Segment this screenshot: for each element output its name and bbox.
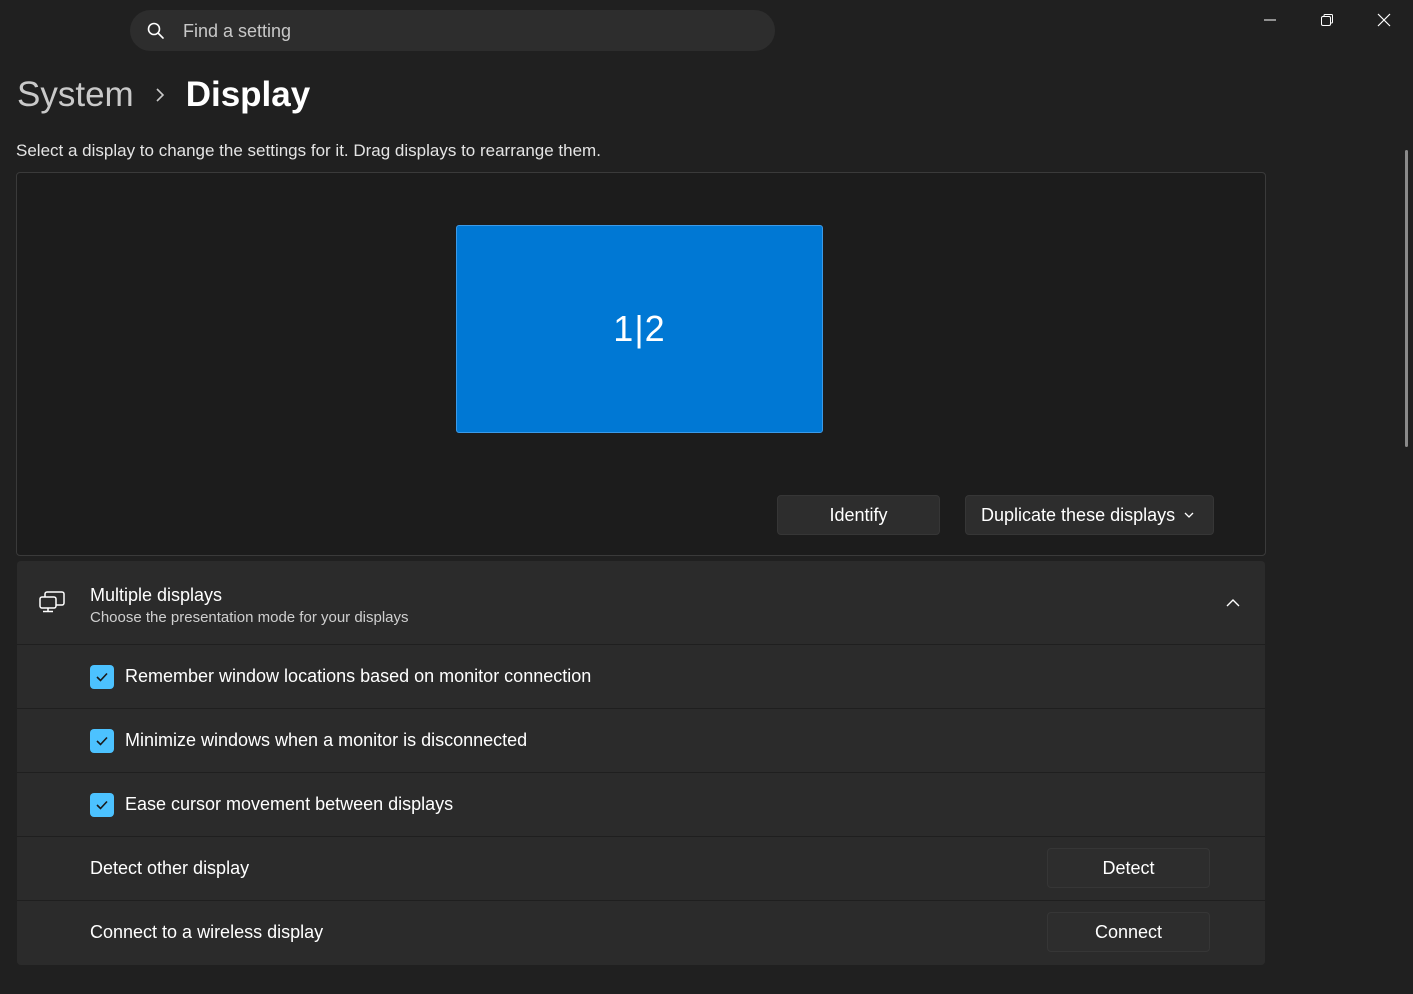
monitor-tile[interactable]: 1|2 (456, 225, 823, 433)
wireless-display-label: Connect to a wireless display (90, 922, 324, 942)
minimize-windows-label[interactable]: Minimize windows when a monitor is disco… (125, 709, 527, 772)
close-button[interactable] (1359, 6, 1409, 34)
restore-icon (1321, 14, 1333, 26)
display-mode-dropdown[interactable]: Duplicate these displays (965, 495, 1214, 535)
chevron-up-icon[interactable] (1225, 595, 1241, 611)
chevron-down-icon (1184, 512, 1194, 518)
detect-button[interactable]: Detect (1047, 848, 1210, 888)
remember-locations-label[interactable]: Remember window locations based on monit… (125, 645, 591, 708)
multiple-displays-title: Multiple displays (90, 585, 223, 605)
identify-button[interactable]: Identify (777, 495, 940, 535)
detect-display-row: Detect other display Detect (17, 837, 1265, 901)
identify-label: Identify (829, 504, 888, 525)
checkmark-icon (96, 672, 108, 682)
settings-window: System Display Select a display to chang… (0, 0, 1413, 994)
option-row-remember-locations: Remember window locations based on monit… (17, 645, 1265, 709)
option-row-minimize-windows: Minimize windows when a monitor is disco… (17, 709, 1265, 773)
multiple-displays-subtitle: Choose the presentation mode for your di… (90, 609, 409, 626)
checkmark-icon (96, 736, 108, 746)
connect-button-label: Connect (1094, 921, 1163, 942)
search-input[interactable] (181, 10, 745, 53)
display-mode-value: Duplicate these displays (981, 504, 1176, 525)
remember-locations-checkbox[interactable] (90, 665, 114, 689)
arrangement-hint: Select a display to change the settings … (16, 141, 601, 160)
search-icon (147, 22, 164, 39)
checkmark-icon (96, 800, 108, 810)
wireless-display-row: Connect to a wireless display Connect (17, 901, 1265, 965)
vertical-scrollbar[interactable] (1405, 150, 1408, 447)
restore-button[interactable] (1302, 6, 1352, 34)
connect-button[interactable]: Connect (1047, 912, 1210, 952)
minimize-button[interactable] (1245, 6, 1295, 34)
multiple-displays-icon (39, 591, 65, 613)
close-icon (1377, 13, 1391, 27)
display-arrangement-panel: 1|2 Identify Duplicate these displays (16, 172, 1266, 556)
multiple-displays-header[interactable]: Multiple displays Choose the presentatio… (17, 561, 1265, 645)
monitor-label: 1|2 (613, 308, 666, 349)
breadcrumb-system[interactable]: System (17, 75, 134, 115)
ease-cursor-checkbox[interactable] (90, 793, 114, 817)
option-row-ease-cursor: Ease cursor movement between displays (17, 773, 1265, 837)
multiple-displays-section: Multiple displays Choose the presentatio… (17, 561, 1265, 965)
breadcrumb: System Display (17, 72, 310, 118)
detect-display-label: Detect other display (90, 858, 250, 878)
chevron-right-icon (154, 87, 166, 103)
minimize-icon (1264, 19, 1276, 21)
minimize-windows-checkbox[interactable] (90, 729, 114, 753)
ease-cursor-label[interactable]: Ease cursor movement between displays (125, 773, 453, 836)
detect-button-label: Detect (1102, 857, 1155, 878)
page-title: Display (185, 75, 311, 114)
search-box[interactable] (130, 10, 775, 53)
